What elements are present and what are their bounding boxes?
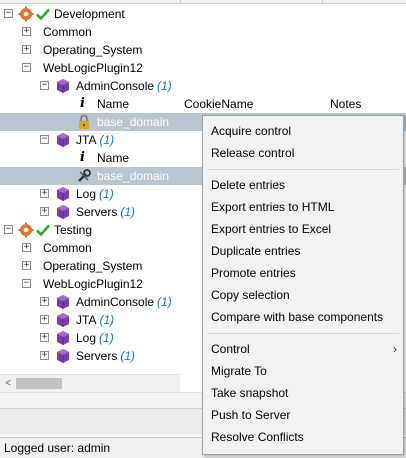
node-label: AdminConsole (76, 295, 155, 309)
info-icon: i (80, 96, 85, 111)
scroll-thumb[interactable] (16, 378, 62, 389)
collapse-toggle[interactable]: − (40, 135, 49, 144)
expand-toggle[interactable]: + (22, 243, 31, 252)
node-label: Development (54, 7, 125, 21)
node-label: Log (76, 331, 97, 345)
node-label: Common (43, 25, 92, 39)
menu-item-release-control[interactable]: Release control (203, 142, 403, 164)
expand-toggle[interactable]: + (40, 189, 49, 198)
cube-icon (57, 295, 69, 309)
menu-item-delete-entries[interactable]: Delete entries (203, 174, 403, 196)
menu-item-push-to-server[interactable]: Push to Server (203, 404, 403, 426)
check-icon (36, 8, 50, 21)
scroll-left-button[interactable]: < (2, 375, 14, 392)
wrench-icon (78, 169, 91, 182)
cell-name: base_domain (97, 169, 170, 183)
cube-icon (57, 79, 69, 93)
collapse-toggle[interactable]: − (40, 81, 49, 90)
context-menu: Acquire control Release control Delete e… (202, 115, 404, 455)
node-label: Operating_System (43, 43, 143, 57)
tree-node-development[interactable]: − Development (0, 5, 406, 23)
cube-icon (57, 313, 69, 327)
column-divider (180, 0, 181, 3)
expand-toggle[interactable]: + (22, 45, 31, 54)
entry-count: (1) (157, 295, 172, 309)
node-label: Servers (76, 349, 118, 363)
menu-item-export-excel[interactable]: Export entries to Excel (203, 218, 403, 240)
table-header-row: i Name CookieName Notes (0, 95, 406, 113)
menu-item-export-html[interactable]: Export entries to HTML (203, 196, 403, 218)
node-label: Servers (76, 205, 118, 219)
info-icon: i (80, 150, 85, 165)
submenu-arrow-icon: › (393, 342, 397, 356)
menu-item-control[interactable]: Control › (203, 338, 403, 360)
menu-item-duplicate-entries[interactable]: Duplicate entries (203, 240, 403, 262)
expand-toggle[interactable]: + (40, 351, 49, 360)
menu-item-promote-entries[interactable]: Promote entries (203, 262, 403, 284)
column-header-name[interactable]: Name (97, 95, 129, 113)
menu-item-compare-base[interactable]: Compare with base components (203, 306, 403, 328)
collapse-toggle[interactable]: − (22, 279, 31, 288)
column-header-notes[interactable]: Notes (330, 95, 361, 113)
gear-icon (18, 6, 34, 22)
menu-separator (207, 169, 399, 170)
menu-separator (207, 333, 399, 334)
column-divider (322, 0, 323, 3)
cube-icon (57, 187, 69, 201)
tree-node-operating-system[interactable]: + Operating_System (0, 41, 406, 59)
menu-item-resolve-conflicts[interactable]: Resolve Conflicts (203, 426, 403, 448)
entry-count: (1) (99, 313, 115, 327)
cube-icon (57, 205, 69, 219)
menu-item-copy-selection[interactable]: Copy selection (203, 284, 403, 306)
check-icon (36, 224, 50, 237)
menu-item-take-snapshot[interactable]: Take snapshot (203, 382, 403, 404)
collapse-toggle[interactable]: − (4, 9, 13, 18)
expand-toggle[interactable]: + (22, 261, 31, 270)
lock-icon (79, 114, 89, 129)
menu-item-acquire-control[interactable]: Acquire control (203, 120, 403, 142)
expand-toggle[interactable]: + (40, 315, 49, 324)
cell-name: base_domain (97, 115, 170, 129)
node-label: Operating_System (43, 259, 143, 273)
menu-item-migrate-to[interactable]: Migrate To (203, 360, 403, 382)
entry-count: (1) (157, 79, 172, 93)
entry-count: (1) (99, 133, 115, 147)
cube-icon (57, 133, 69, 147)
cube-icon (57, 349, 69, 363)
entry-count: (1) (120, 205, 136, 219)
collapse-toggle[interactable]: − (4, 225, 13, 234)
node-label: Common (43, 241, 92, 255)
top-header-strip (0, 0, 406, 4)
node-label: JTA (76, 133, 97, 147)
expand-toggle[interactable]: + (40, 333, 49, 342)
node-label: JTA (76, 313, 97, 327)
tree-node-common[interactable]: + Common (0, 23, 406, 41)
logged-user-text: Logged user: admin (4, 441, 111, 455)
node-label: WebLogicPlugin12 (43, 277, 143, 291)
cube-icon (57, 331, 69, 345)
expand-toggle[interactable]: + (40, 297, 49, 306)
node-label: Testing (54, 223, 93, 237)
node-label: AdminConsole (76, 79, 155, 93)
column-header-cookiename[interactable]: CookieName (184, 95, 253, 113)
tree-node-weblogicplugin12[interactable]: − WebLogicPlugin12 (0, 59, 406, 77)
expand-toggle[interactable]: + (22, 27, 31, 36)
entry-count: (1) (99, 331, 114, 345)
expand-toggle[interactable]: + (40, 207, 49, 216)
column-header-name[interactable]: Name (97, 149, 129, 167)
node-label: Log (76, 187, 97, 201)
tree-node-adminconsole[interactable]: − AdminConsole (1) (0, 77, 406, 95)
collapse-toggle[interactable]: − (22, 63, 31, 72)
horizontal-scrollbar[interactable]: < (0, 374, 180, 392)
node-label: WebLogicPlugin12 (43, 61, 143, 75)
entry-count: (1) (120, 349, 136, 363)
gear-icon (18, 222, 34, 238)
entry-count: (1) (99, 187, 114, 201)
